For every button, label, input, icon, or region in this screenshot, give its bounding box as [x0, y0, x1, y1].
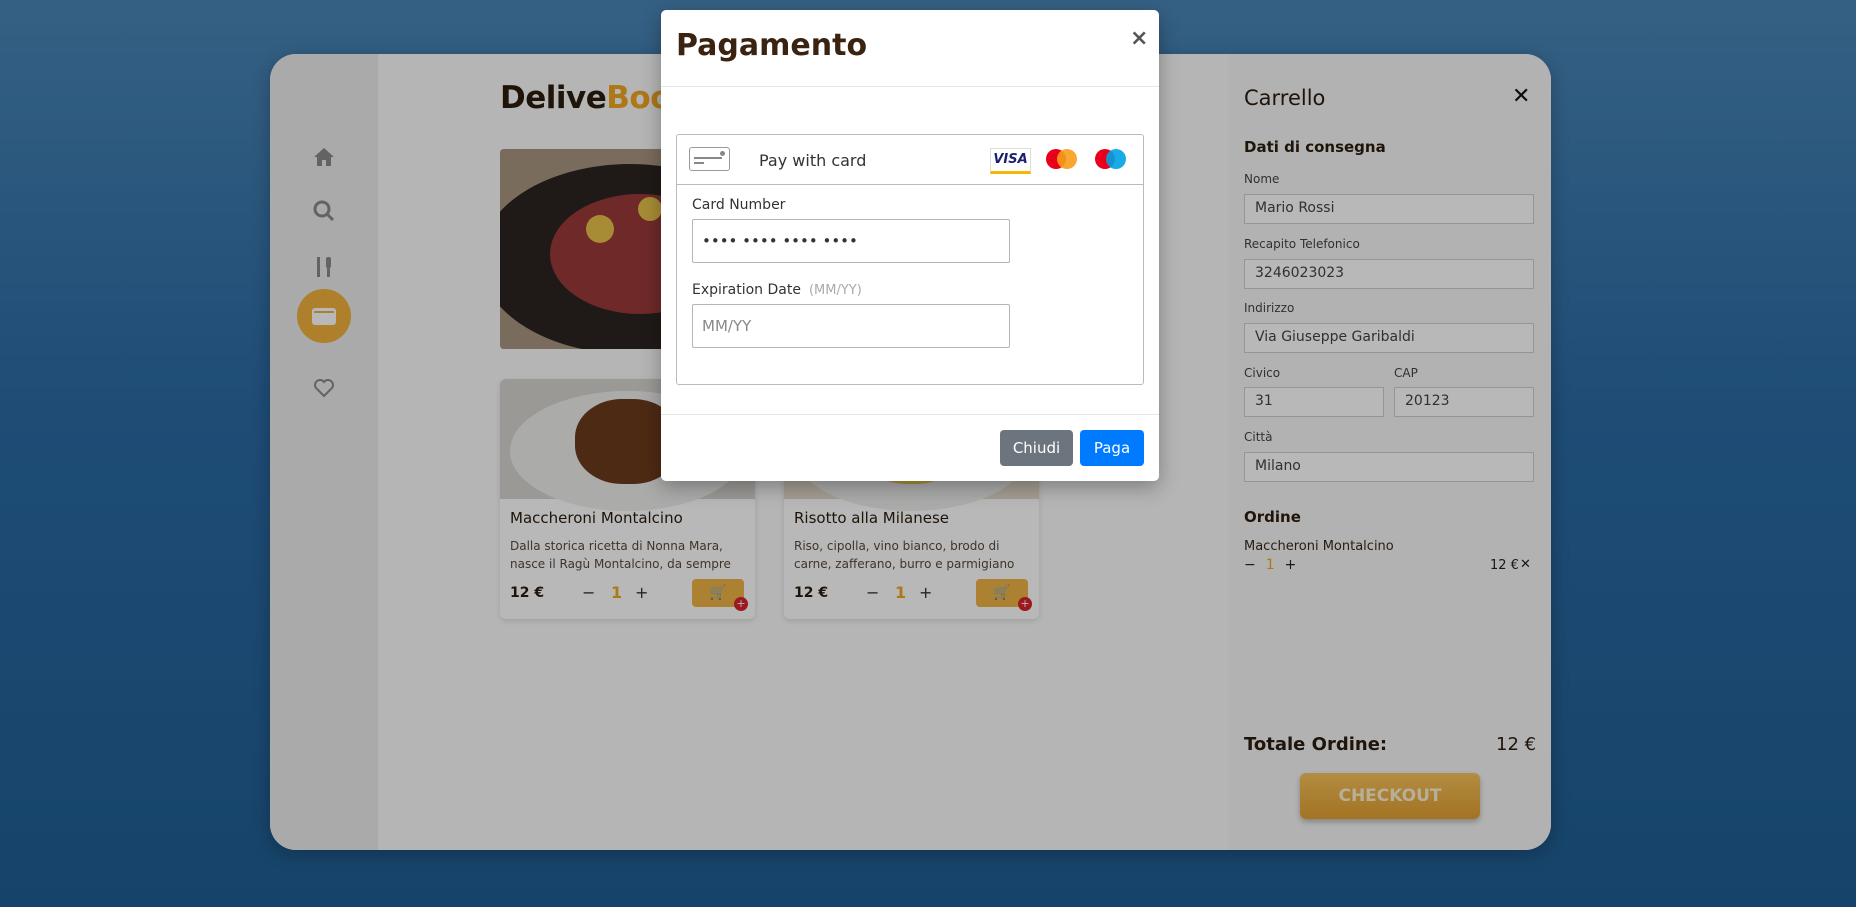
- expiry-input[interactable]: MM/YY: [692, 304, 1010, 348]
- expiry-hint: (MM/YY): [808, 283, 862, 298]
- maestro-logo-icon: [1091, 149, 1131, 175]
- pay-with-card-label: Pay with card: [759, 151, 867, 170]
- modal-title: Pagamento: [676, 28, 868, 63]
- credit-card-icon: [689, 147, 730, 171]
- card-number-input[interactable]: •••• •••• •••• ••••: [692, 219, 1010, 263]
- expiry-label-text: Expiration Date: [692, 282, 801, 298]
- mastercard-logo-icon: [1042, 149, 1082, 175]
- visa-logo-icon: VISA: [990, 148, 1031, 174]
- modal-footer: Chiudi Paga: [661, 414, 1159, 481]
- expiry-label: Expiration Date (MM/YY): [692, 282, 862, 298]
- card-number-label: Card Number: [692, 197, 786, 213]
- close-icon[interactable]: ×: [1130, 26, 1148, 51]
- payment-modal: Pagamento × Pay with card VISA Card Numb…: [661, 10, 1159, 481]
- close-button[interactable]: Chiudi: [1000, 430, 1073, 466]
- pay-button[interactable]: Paga: [1080, 430, 1144, 466]
- modal-header: Pagamento ×: [661, 10, 1159, 87]
- card-payment-form: Pay with card VISA Card Number •••• ••••…: [676, 134, 1144, 385]
- payment-method-header: Pay with card VISA: [677, 135, 1143, 185]
